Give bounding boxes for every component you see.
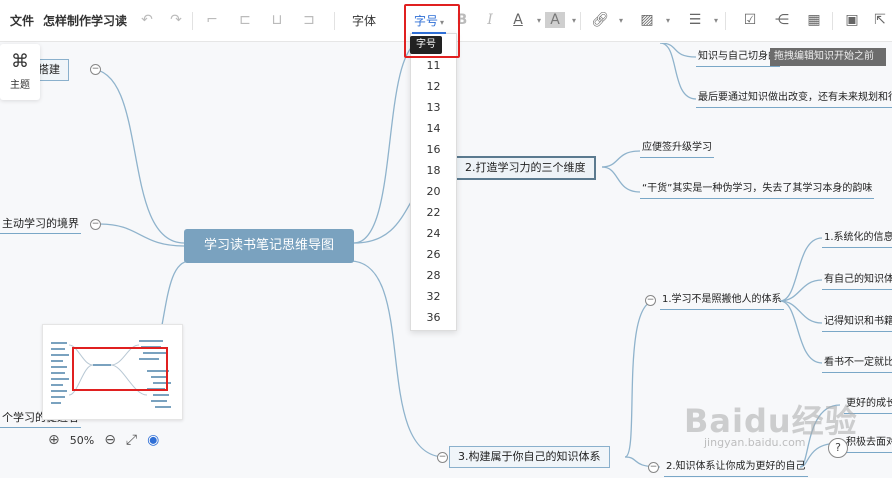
branch-topic-2[interactable]: 2.打造学习力的三个维度 bbox=[455, 156, 596, 180]
task-icon[interactable]: ☑ bbox=[740, 9, 760, 31]
add-sibling-topic-icon[interactable]: ⊔ bbox=[267, 9, 287, 31]
summary-icon[interactable]: ▦ bbox=[804, 9, 824, 31]
font-size-option[interactable]: 18 bbox=[411, 161, 456, 181]
topic-leaf[interactable]: 记得知识和书籍 bbox=[822, 313, 892, 332]
minimap[interactable] bbox=[42, 324, 183, 420]
topic-leaf[interactable]: 最后要通过知识做出改变，还有未来规划和行动 bbox=[696, 89, 892, 108]
fit-screen-icon[interactable]: ⤢ bbox=[126, 432, 137, 448]
topic-leaf[interactable]: 应便签升级学习 bbox=[640, 139, 714, 158]
font-family-select[interactable]: 字体 bbox=[352, 12, 376, 30]
italic-icon[interactable]: I bbox=[480, 9, 500, 31]
chevron-down-icon[interactable]: ▾ bbox=[610, 9, 630, 31]
font-size-option[interactable]: 20 bbox=[411, 182, 456, 202]
connector-line bbox=[624, 300, 656, 458]
topic-leaf[interactable]: 知识与自己切身的 bbox=[696, 48, 780, 67]
divider bbox=[334, 12, 335, 30]
font-size-option[interactable]: 22 bbox=[411, 203, 456, 223]
topic-leaf[interactable]: 看书不一定就比 bbox=[822, 354, 892, 373]
topic-leaf[interactable]: “干货”其实是一种伪学习，失去了其学习本身的韵味 bbox=[640, 180, 875, 199]
sub-topic-1[interactable]: 1.学习不是照搬他人的体系 bbox=[660, 291, 784, 310]
font-size-option[interactable]: 24 bbox=[411, 224, 456, 244]
topic-leaf[interactable]: 1.系统化的信息 bbox=[822, 229, 892, 248]
help-icon[interactable]: ? bbox=[828, 438, 848, 458]
collapse-icon[interactable]: − bbox=[648, 462, 659, 473]
zoom-controls: ⊕ 50% ⊖ ⤢ ◉ bbox=[48, 430, 159, 450]
watermark-url: jingyan.baidu.com bbox=[704, 436, 806, 449]
font-size-option[interactable]: 12 bbox=[411, 77, 456, 97]
connector-line bbox=[779, 237, 823, 302]
eye-icon[interactable]: ◉ bbox=[147, 432, 159, 448]
theme-panel-button[interactable]: ⌘ 主题 bbox=[0, 44, 40, 100]
collapse-icon[interactable]: − bbox=[90, 64, 101, 75]
format-painter-icon[interactable]: ⌐ bbox=[202, 9, 222, 31]
divider bbox=[580, 12, 581, 30]
font-size-option[interactable]: 13 bbox=[411, 98, 456, 118]
connector-line bbox=[601, 166, 641, 193]
left-topic-2[interactable]: 主动学习的境界 bbox=[0, 215, 81, 234]
divider bbox=[832, 12, 833, 30]
font-color-icon[interactable]: A bbox=[508, 9, 528, 31]
zoom-in-icon[interactable]: ⊕ bbox=[48, 432, 60, 448]
share-icon[interactable]: ⇱ bbox=[870, 9, 890, 31]
collapse-icon[interactable]: − bbox=[437, 452, 448, 463]
collapse-icon[interactable]: − bbox=[645, 295, 656, 306]
collapse-icon[interactable]: − bbox=[90, 219, 101, 230]
divider bbox=[192, 12, 193, 30]
font-size-option[interactable]: 32 bbox=[411, 287, 456, 307]
topic-leaf[interactable]: 有自己的知识体 bbox=[822, 271, 892, 290]
font-size-tooltip: 字号 bbox=[410, 36, 442, 54]
chevron-down-icon[interactable]: ▾ bbox=[657, 9, 677, 31]
zoom-level: 50% bbox=[69, 433, 95, 447]
add-child-topic-icon[interactable]: ⊏ bbox=[235, 9, 255, 31]
connector-line bbox=[99, 223, 185, 247]
font-size-option[interactable]: 14 bbox=[411, 119, 456, 139]
highlight-color-icon[interactable]: A bbox=[545, 12, 565, 28]
font-size-option[interactable]: 28 bbox=[411, 266, 456, 286]
save-icon[interactable]: ▣ bbox=[842, 9, 862, 31]
divider bbox=[725, 12, 726, 30]
connector-line bbox=[89, 68, 185, 244]
redo-icon[interactable]: ↷ bbox=[166, 9, 186, 31]
font-size-option[interactable]: 36 bbox=[411, 308, 456, 328]
sub-topic-2[interactable]: 2.知识体系让你成为更好的自己 bbox=[664, 458, 808, 477]
root-topic[interactable]: 学习读书笔记思维导图 bbox=[184, 229, 354, 263]
active-indicator bbox=[412, 32, 446, 34]
relationship-icon[interactable]: ⋲ bbox=[772, 9, 792, 31]
link-icon[interactable]: 🔗︎ bbox=[590, 9, 610, 31]
connector-line bbox=[779, 300, 823, 364]
font-size-option[interactable]: 16 bbox=[411, 140, 456, 160]
theme-icon: ⌘ bbox=[11, 51, 29, 72]
font-size-label: 字号 ▾ bbox=[414, 14, 445, 28]
undo-icon[interactable]: ↶ bbox=[137, 9, 157, 31]
image-icon[interactable]: ▨ bbox=[637, 9, 657, 31]
document-title[interactable]: 怎样制作学习读 bbox=[43, 12, 127, 30]
zoom-out-icon[interactable]: ⊖ bbox=[104, 432, 116, 448]
note-icon[interactable]: ☰ bbox=[685, 9, 705, 31]
font-size-option[interactable]: 26 bbox=[411, 245, 456, 265]
font-family-label: 字体 bbox=[352, 14, 377, 28]
chevron-down-icon[interactable]: ▾ bbox=[705, 9, 725, 31]
drag-hint-chip: 拖拽编辑知识开始之前 bbox=[770, 48, 886, 66]
file-menu[interactable]: 文件 bbox=[10, 12, 34, 30]
connector-line bbox=[601, 150, 641, 168]
font-size-dropdown: 11 12 13 14 16 18 20 22 24 26 28 32 36 bbox=[410, 33, 457, 331]
font-size-option[interactable]: 11 bbox=[411, 56, 456, 76]
branch-topic-3[interactable]: 3.构建属于你自己的知识体系 bbox=[449, 446, 610, 468]
theme-label: 主题 bbox=[10, 80, 30, 91]
minimap-viewport[interactable] bbox=[72, 347, 168, 391]
add-parent-topic-icon[interactable]: ⊐ bbox=[299, 9, 319, 31]
